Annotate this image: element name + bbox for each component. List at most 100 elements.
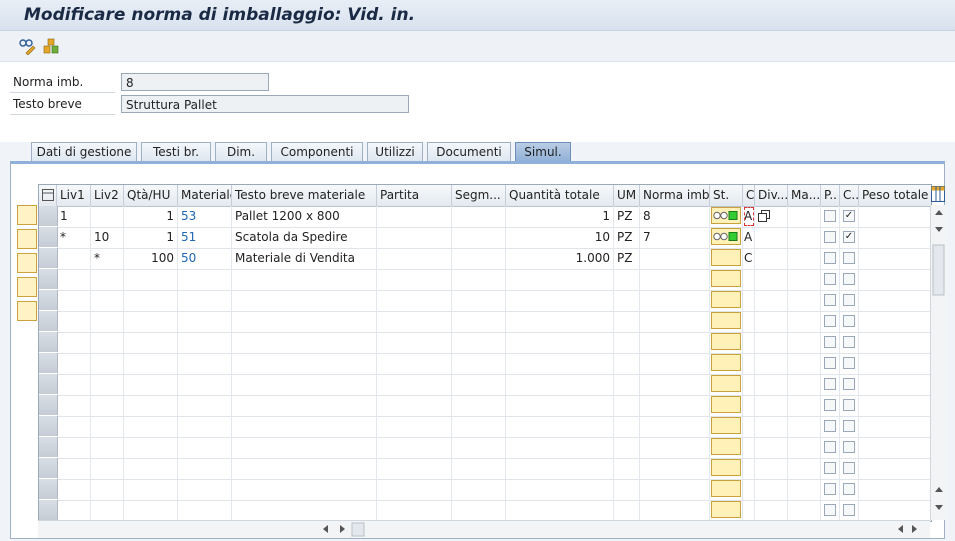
row-selector[interactable] (39, 374, 58, 394)
col-st[interactable]: St. (710, 185, 743, 206)
p-checkbox[interactable] (824, 462, 836, 474)
p-checkbox[interactable] (824, 294, 836, 306)
norma-field[interactable]: 8 (121, 73, 269, 91)
row-selector[interactable] (39, 248, 58, 268)
row-selector[interactable] (39, 353, 58, 373)
c2-checkbox[interactable] (843, 483, 855, 495)
row-selector[interactable] (39, 227, 58, 247)
row-selector[interactable] (39, 395, 58, 415)
p-checkbox[interactable] (824, 483, 836, 495)
p-checkbox[interactable] (824, 315, 836, 327)
cell-materiale[interactable]: 50 (178, 248, 232, 269)
col-peso-totale[interactable]: Peso totale (859, 185, 931, 206)
tab-utilizzi[interactable]: Utilizzi (367, 142, 423, 162)
status-button[interactable] (711, 333, 741, 350)
c2-checkbox[interactable] (843, 336, 855, 348)
col-liv2[interactable]: Liv2 (91, 185, 124, 206)
status-button[interactable] (711, 354, 741, 371)
tab-componenti[interactable]: Componenti (271, 142, 363, 162)
cell-materiale[interactable]: 51 (178, 227, 232, 248)
row-selector[interactable] (39, 290, 58, 310)
status-button[interactable] (711, 207, 741, 224)
row-selector[interactable] (39, 458, 58, 478)
status-button[interactable] (711, 375, 741, 392)
tab-dim[interactable]: Dim. (215, 142, 267, 162)
tab-testi-br[interactable]: Testi br. (141, 142, 211, 162)
tab-documenti[interactable]: Documenti (427, 142, 511, 162)
p-checkbox[interactable] (824, 441, 836, 453)
status-button[interactable] (711, 270, 741, 287)
c2-checkbox[interactable] (843, 378, 855, 390)
copy-icon[interactable] (17, 253, 37, 273)
col-um[interactable]: UM (614, 185, 640, 206)
col-segm[interactable]: Segm... (452, 185, 506, 206)
c2-checkbox[interactable] (843, 462, 855, 474)
row-selector[interactable] (39, 269, 58, 289)
col-div[interactable]: Div... (755, 185, 788, 206)
edit-icon[interactable] (17, 229, 37, 249)
c2-checkbox[interactable] (843, 420, 855, 432)
c2-checkbox[interactable] (843, 504, 855, 516)
col-liv1[interactable]: Liv1 (57, 185, 91, 206)
row-selector[interactable] (39, 332, 58, 352)
cell-materiale[interactable]: 53 (178, 206, 232, 227)
status-button[interactable] (711, 312, 741, 329)
status-button[interactable] (711, 459, 741, 476)
c2-checkbox[interactable] (843, 315, 855, 327)
p-checkbox[interactable] (824, 420, 836, 432)
row-selector[interactable] (39, 416, 58, 436)
c2-checkbox[interactable] (843, 399, 855, 411)
column-config-icon[interactable] (931, 186, 945, 202)
row-selector[interactable] (39, 437, 58, 457)
col-p[interactable]: P.. (821, 185, 840, 206)
p-checkbox[interactable] (824, 504, 836, 516)
status-button[interactable] (711, 228, 741, 245)
c2-checkbox[interactable] (843, 294, 855, 306)
p-checkbox[interactable] (824, 378, 836, 390)
status-button[interactable] (711, 396, 741, 413)
status-button[interactable] (711, 438, 741, 455)
row-selector[interactable] (39, 500, 58, 520)
details-icon[interactable] (17, 205, 37, 225)
display-change-icon[interactable] (18, 37, 36, 55)
c2-checkbox[interactable] (843, 357, 855, 369)
select-all-icon[interactable] (39, 185, 57, 206)
col-ma[interactable]: Ma... (788, 185, 821, 206)
col-partita[interactable]: Partita (377, 185, 452, 206)
vertical-scrollbar[interactable] (930, 205, 947, 520)
row-selector[interactable] (39, 206, 58, 226)
c2-checkbox[interactable] (843, 252, 855, 264)
col-testo-breve[interactable]: Testo breve materiale (232, 185, 377, 206)
p-checkbox[interactable] (824, 273, 836, 285)
row-selector[interactable] (39, 479, 58, 499)
col-qta-hu[interactable]: Qtà/HU (124, 185, 178, 206)
col-materiale[interactable]: Materiale (178, 185, 232, 206)
p-checkbox[interactable] (824, 357, 836, 369)
tab-simul[interactable]: Simul. (515, 142, 571, 162)
row-selector[interactable] (39, 311, 58, 331)
status-button[interactable] (711, 480, 741, 497)
col-c[interactable]: C (743, 185, 755, 206)
status-button[interactable] (711, 249, 741, 266)
c2-checkbox[interactable] (843, 273, 855, 285)
status-button[interactable] (711, 417, 741, 434)
insert-row-icon[interactable] (17, 277, 37, 297)
c2-checkbox[interactable] (843, 441, 855, 453)
tab-dati-gestione[interactable]: Dati di gestione (31, 142, 137, 162)
object-links-icon[interactable] (42, 37, 60, 55)
status-button[interactable] (711, 501, 741, 518)
col-c2[interactable]: C.. (840, 185, 859, 206)
col-quantita-totale[interactable]: Quantità totale (506, 185, 614, 206)
p-checkbox[interactable] (824, 399, 836, 411)
col-norma-imb[interactable]: Norma imb. (640, 185, 710, 206)
p-checkbox[interactable] (824, 231, 836, 243)
testo-breve-field[interactable]: Struttura Pallet (121, 95, 409, 113)
copy-icon[interactable] (758, 210, 770, 222)
c2-checkbox[interactable]: ✓ (843, 210, 855, 222)
p-checkbox[interactable] (824, 336, 836, 348)
p-checkbox[interactable] (824, 210, 836, 222)
c2-checkbox[interactable]: ✓ (843, 231, 855, 243)
horizontal-scrollbar[interactable] (38, 520, 930, 538)
status-button[interactable] (711, 291, 741, 308)
p-checkbox[interactable] (824, 252, 836, 264)
